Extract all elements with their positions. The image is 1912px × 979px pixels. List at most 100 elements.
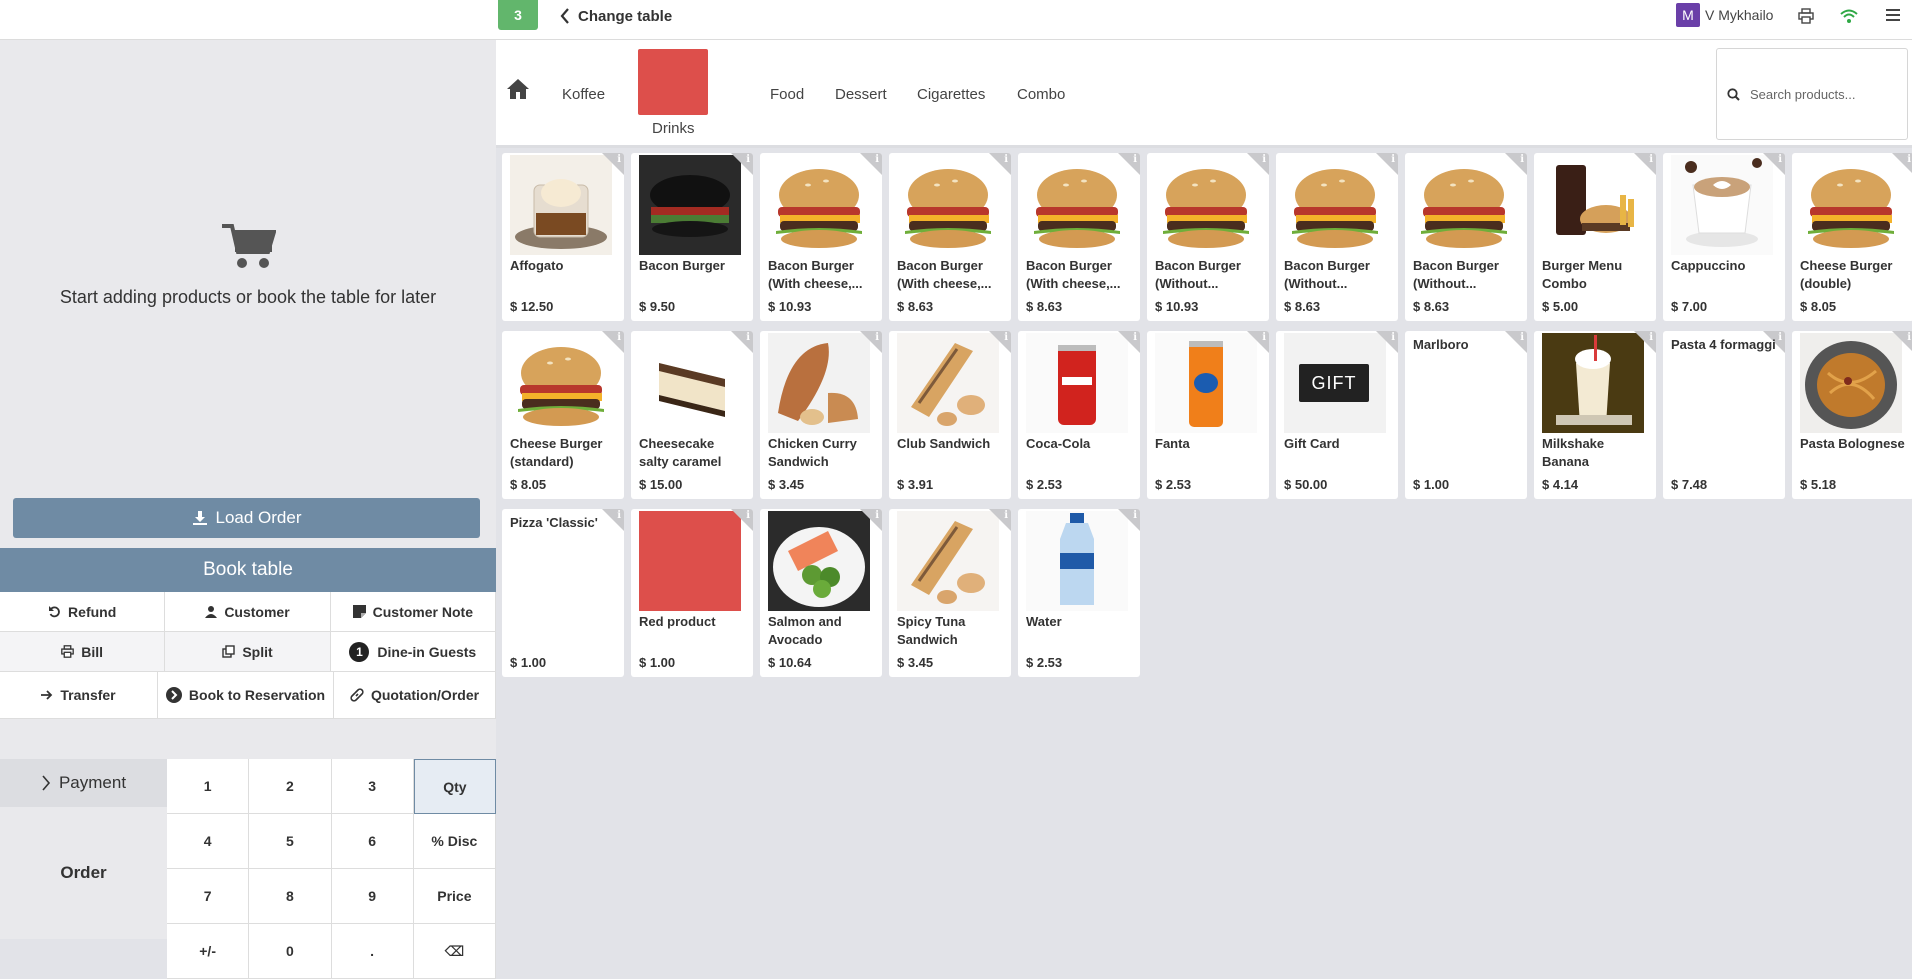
info-icon[interactable]: i (1778, 154, 1782, 165)
customer-note-label: Customer Note (372, 603, 473, 620)
product-card[interactable]: i Bacon Burger $ 9.50 (631, 153, 753, 321)
info-icon[interactable]: i (1907, 332, 1911, 343)
info-icon[interactable]: i (1133, 510, 1137, 521)
product-card[interactable]: i Bacon Burger (With cheese,... $ 10.93 (760, 153, 882, 321)
info-icon[interactable]: i (875, 332, 879, 343)
info-icon[interactable]: i (1004, 510, 1008, 521)
numpad-decimal[interactable]: . (331, 924, 414, 979)
category-koffee[interactable]: Koffee (562, 86, 605, 103)
info-icon[interactable]: i (746, 510, 750, 521)
customer-button[interactable]: Customer (165, 592, 331, 632)
product-image (639, 333, 741, 433)
info-icon[interactable]: i (617, 332, 621, 343)
change-table-button[interactable]: Change table (560, 6, 672, 26)
product-card[interactable]: i Bacon Burger (Without... $ 10.93 (1147, 153, 1269, 321)
numpad-key-2[interactable]: 2 (249, 759, 332, 814)
printer-icon[interactable] (1798, 8, 1814, 24)
numpad-discount-mode[interactable]: % Disc (413, 814, 496, 869)
category-drinks[interactable]: Drinks (652, 120, 695, 137)
product-card[interactable]: GIFT i Gift Card $ 50.00 (1276, 331, 1398, 499)
product-card[interactable]: i Coca-Cola $ 2.53 (1018, 331, 1140, 499)
info-icon[interactable]: i (1004, 154, 1008, 165)
note-icon (352, 605, 366, 618)
product-card[interactable]: i Cheese Burger (double) $ 8.05 (1792, 153, 1912, 321)
product-card[interactable]: i Marlboro $ 1.00 (1405, 331, 1527, 499)
info-icon[interactable]: i (1391, 154, 1395, 165)
home-icon[interactable] (506, 78, 530, 100)
numpad-key-9[interactable]: 9 (331, 869, 414, 924)
product-card[interactable]: i Red product $ 1.00 (631, 509, 753, 677)
category-dessert[interactable]: Dessert (835, 86, 887, 103)
category-combo[interactable]: Combo (1017, 86, 1065, 103)
product-card[interactable]: i Pizza 'Classic' $ 1.00 (502, 509, 624, 677)
product-card[interactable]: i Fanta $ 2.53 (1147, 331, 1269, 499)
info-icon[interactable]: i (1649, 154, 1653, 165)
numpad-key-4[interactable]: 4 (167, 814, 250, 869)
info-icon[interactable]: i (746, 332, 750, 343)
info-icon[interactable]: i (1004, 332, 1008, 343)
product-card[interactable]: i Affogato $ 12.50 (502, 153, 624, 321)
numpad-key-6[interactable]: 6 (331, 814, 414, 869)
info-icon[interactable]: i (1262, 332, 1266, 343)
info-icon[interactable]: i (1133, 332, 1137, 343)
numpad-key-0[interactable]: 0 (249, 924, 332, 979)
info-icon[interactable]: i (875, 154, 879, 165)
customer-note-button[interactable]: Customer Note (330, 592, 496, 632)
split-button[interactable]: Split (165, 632, 331, 672)
user-menu[interactable]: M V Mykhailo (1676, 3, 1773, 27)
numpad-price-mode[interactable]: Price (413, 869, 496, 924)
info-icon[interactable]: i (617, 154, 621, 165)
refund-button[interactable]: Refund (0, 592, 166, 632)
numpad-key-1[interactable]: 1 (167, 759, 250, 814)
info-icon[interactable]: i (1649, 332, 1653, 343)
numpad-key-8[interactable]: 8 (249, 869, 332, 924)
product-card[interactable]: i Water $ 2.53 (1018, 509, 1140, 677)
info-icon[interactable]: i (1391, 332, 1395, 343)
info-icon[interactable]: i (875, 510, 879, 521)
transfer-button[interactable]: Transfer (0, 672, 158, 719)
quotation-order-button[interactable]: Quotation/Order (334, 672, 496, 719)
product-card[interactable]: i Bacon Burger (With cheese,... $ 8.63 (889, 153, 1011, 321)
payment-button[interactable]: Payment (0, 759, 167, 807)
order-label: Order (0, 807, 167, 939)
info-icon[interactable]: i (1133, 154, 1137, 165)
numpad-key-3[interactable]: 3 (331, 759, 414, 814)
load-order-button[interactable]: Load Order (13, 498, 480, 538)
category-cigarettes[interactable]: Cigarettes (917, 86, 985, 103)
product-card[interactable]: i Cappuccino $ 7.00 (1663, 153, 1785, 321)
product-card[interactable]: i Bacon Burger (Without... $ 8.63 (1276, 153, 1398, 321)
bill-button[interactable]: Bill (0, 632, 166, 672)
product-card[interactable]: i Cheese Burger (standard) $ 8.05 (502, 331, 624, 499)
product-card[interactable]: i Bacon Burger (Without... $ 8.63 (1405, 153, 1527, 321)
product-card[interactable]: i Chicken Curry Sandwich $ 3.45 (760, 331, 882, 499)
book-table-button[interactable]: Book table (0, 548, 496, 592)
product-price: $ 9.50 (639, 299, 676, 314)
product-card[interactable]: i Salmon and Avocado $ 10.64 (760, 509, 882, 677)
product-card[interactable]: i Pasta 4 formaggi $ 7.48 (1663, 331, 1785, 499)
numpad-qty-mode[interactable]: Qty (413, 759, 496, 814)
product-card[interactable]: i Club Sandwich $ 3.91 (889, 331, 1011, 499)
info-icon[interactable]: i (1520, 154, 1524, 165)
category-food[interactable]: Food (770, 86, 804, 103)
dine-in-guests-button[interactable]: 1 Dine-in Guests (330, 632, 496, 672)
numpad-key-5[interactable]: 5 (249, 814, 332, 869)
product-card[interactable]: i Cheesecake salty caramel $ 15.00 (631, 331, 753, 499)
product-card[interactable]: i Spicy Tuna Sandwich $ 3.45 (889, 509, 1011, 677)
numpad-plus-minus[interactable]: +/- (167, 924, 250, 979)
product-card[interactable]: i Milkshake Banana $ 4.14 (1534, 331, 1656, 499)
product-card[interactable]: i Burger Menu Combo $ 5.00 (1534, 153, 1656, 321)
table-number-badge[interactable]: 3 (498, 0, 538, 30)
info-icon[interactable]: i (746, 154, 750, 165)
search-input[interactable] (1750, 86, 1890, 102)
product-card[interactable]: i Bacon Burger (With cheese,... $ 8.63 (1018, 153, 1140, 321)
info-icon[interactable]: i (1262, 154, 1266, 165)
numpad-key-7[interactable]: 7 (167, 869, 250, 924)
hamburger-menu-icon[interactable] (1886, 8, 1900, 22)
product-card[interactable]: i Pasta Bolognese $ 5.18 (1792, 331, 1912, 499)
empty-order-message: Start adding products or book the table … (59, 287, 437, 307)
book-to-reservation-button[interactable]: Book to Reservation (158, 672, 334, 719)
category-drinks-swatch[interactable] (638, 49, 708, 115)
info-icon[interactable]: i (1907, 154, 1911, 165)
numpad-backspace[interactable]: ⌫ (413, 924, 496, 979)
wifi-icon[interactable] (1840, 8, 1858, 24)
